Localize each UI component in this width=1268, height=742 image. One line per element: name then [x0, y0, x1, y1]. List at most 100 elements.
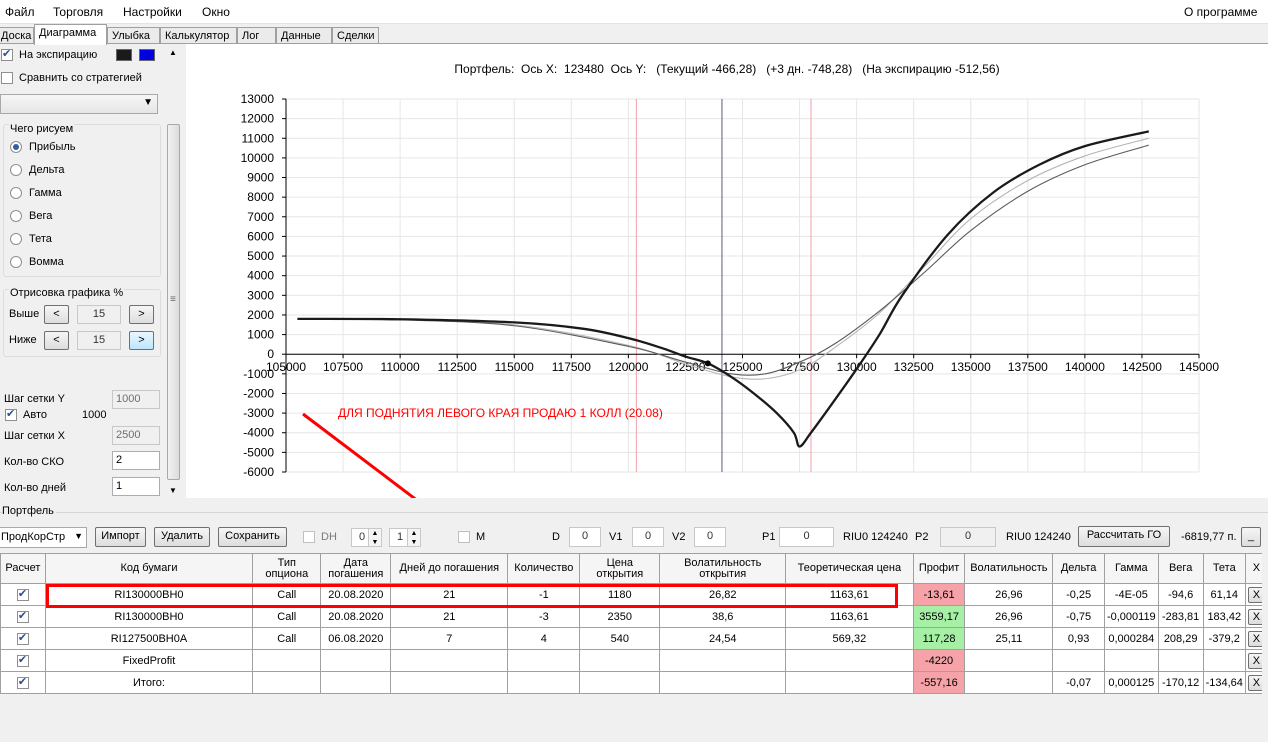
- p2-input[interactable]: 0: [940, 527, 996, 547]
- table-cell: 7: [390, 627, 509, 650]
- table-cell: -379,2: [1202, 627, 1246, 650]
- column-header[interactable]: Волатильность открытия: [659, 553, 787, 584]
- x-tick-label: 105000: [266, 360, 306, 374]
- days-input[interactable]: 1: [112, 477, 160, 496]
- y-tick-label: 3000: [247, 288, 274, 302]
- spin2-arrows-icon[interactable]: ▲ ▼: [407, 528, 421, 547]
- column-header[interactable]: Цена открытия: [579, 553, 661, 584]
- calc-checkbox[interactable]: [16, 631, 29, 645]
- above-increase-button[interactable]: >: [129, 305, 154, 324]
- menu-file[interactable]: Файл: [5, 5, 35, 19]
- calc-cell: [0, 583, 46, 606]
- tab-deals[interactable]: Сделки: [332, 27, 379, 44]
- below-increase-button[interactable]: >: [129, 331, 154, 350]
- tab-board[interactable]: Доска: [0, 27, 34, 44]
- left-panel: На экспирацию Сравнить со стратегией ▼ Ч…: [0, 44, 182, 498]
- compare-checkbox[interactable]: [1, 72, 13, 84]
- spin1-arrows-icon[interactable]: ▲ ▼: [368, 528, 382, 547]
- column-header[interactable]: Гамма: [1103, 553, 1159, 584]
- v1-input[interactable]: 0: [632, 527, 664, 547]
- calc-go-button[interactable]: Рассчитать ГО: [1078, 526, 1170, 547]
- import-button[interactable]: Импорт: [95, 527, 146, 547]
- tab-log[interactable]: Лог: [237, 27, 276, 44]
- menu-trading[interactable]: Торговля: [53, 5, 103, 19]
- table-cell: 26,96: [964, 605, 1054, 628]
- table-cell: -1: [507, 583, 581, 606]
- column-header[interactable]: Профит: [912, 553, 966, 584]
- menu-settings[interactable]: Настройки: [123, 5, 182, 19]
- strategy-combo[interactable]: ПродКорСтр ▼: [0, 527, 87, 548]
- x-tick-label: 110000: [381, 360, 420, 374]
- draw-option-radio[interactable]: [10, 141, 22, 153]
- left-panel-scrollbar[interactable]: ▲ ▼: [165, 46, 182, 496]
- table-cell: [579, 649, 661, 672]
- tab-diagram[interactable]: Диаграмма: [34, 24, 107, 45]
- scroll-down-icon[interactable]: ▼: [169, 486, 177, 495]
- calc-checkbox[interactable]: [16, 587, 29, 601]
- draw-option-label: Дельта: [29, 164, 65, 176]
- draw-option-radio[interactable]: [10, 256, 22, 268]
- grid-y-input[interactable]: 1000: [112, 390, 160, 409]
- above-decrease-button[interactable]: <: [44, 305, 69, 324]
- save-button[interactable]: Сохранить: [218, 527, 287, 547]
- table-cell: 1163,61: [785, 605, 914, 628]
- y-tick-label: 13000: [241, 92, 275, 106]
- column-header[interactable]: Количество: [507, 553, 581, 584]
- series-line: [297, 144, 1149, 376]
- draw-option-radio[interactable]: [10, 233, 22, 245]
- column-header[interactable]: Дата погашения: [320, 553, 392, 584]
- table-right-edge: [1262, 553, 1268, 698]
- draw-group: Чего рисуем: [3, 123, 161, 277]
- color-swatch-blue[interactable]: [139, 49, 155, 61]
- table-cell: 0,000284: [1103, 627, 1159, 650]
- table-row: RI127500BH0ACall06.08.20207454024,54569,…: [0, 627, 1268, 650]
- column-header[interactable]: Дельта: [1052, 553, 1105, 584]
- column-header[interactable]: Дней до погашения: [390, 553, 509, 584]
- table-cell: -0,25: [1052, 583, 1105, 606]
- column-header[interactable]: Теоретическая цена: [785, 553, 914, 584]
- p2-label: P2: [915, 531, 929, 543]
- table-cell: RI127500BH0A: [44, 627, 254, 650]
- auto-checkbox[interactable]: [5, 407, 17, 421]
- calc-checkbox[interactable]: [16, 675, 29, 689]
- y-tick-label: 5000: [247, 249, 274, 263]
- table-cell: FixedProfit: [44, 649, 254, 672]
- calc-checkbox[interactable]: [16, 609, 29, 623]
- strategy-select[interactable]: ▼: [0, 94, 158, 114]
- color-swatch-black[interactable]: [116, 49, 132, 61]
- y-tick-label: -2000: [243, 386, 274, 400]
- tab-data[interactable]: Данные: [276, 27, 332, 44]
- scroll-up-icon[interactable]: ▲: [169, 48, 177, 57]
- column-header[interactable]: Волатильность: [964, 553, 1054, 584]
- calc-checkbox[interactable]: [16, 653, 29, 667]
- table-cell: -283,81: [1157, 605, 1204, 628]
- below-decrease-button[interactable]: <: [44, 331, 69, 350]
- menu-about[interactable]: О программе: [1184, 5, 1257, 19]
- column-header[interactable]: Тета: [1202, 553, 1246, 584]
- d-input[interactable]: 0: [569, 527, 601, 547]
- grid-x-input[interactable]: 2500: [112, 426, 160, 445]
- dh-checkbox[interactable]: [303, 531, 315, 543]
- column-header[interactable]: Вега: [1157, 553, 1204, 584]
- y-tick-label: 10000: [241, 151, 275, 165]
- delete-button[interactable]: Удалить: [154, 527, 210, 547]
- minimize-button[interactable]: _: [1241, 527, 1261, 547]
- draw-option-radio[interactable]: [10, 164, 22, 176]
- compare-label: Сравнить со стратегией: [19, 72, 142, 84]
- column-header[interactable]: Код бумаги: [44, 553, 254, 584]
- expiry-checkbox[interactable]: [1, 47, 13, 61]
- draw-option-radio[interactable]: [10, 210, 22, 222]
- table-cell: -4E-05: [1103, 583, 1159, 606]
- sko-input[interactable]: 2: [112, 451, 160, 470]
- v2-input[interactable]: 0: [694, 527, 726, 547]
- calc-cell: [0, 627, 46, 650]
- tab-calculator[interactable]: Калькулятор: [160, 27, 237, 44]
- tab-smile[interactable]: Улыбка: [107, 27, 160, 44]
- p1-input[interactable]: 0: [779, 527, 834, 547]
- m-checkbox[interactable]: [458, 531, 470, 543]
- menu-window[interactable]: Окно: [202, 5, 230, 19]
- column-header[interactable]: Тип опциона: [252, 553, 322, 584]
- splitter-grip-icon[interactable]: ≡: [170, 294, 176, 305]
- draw-option-radio[interactable]: [10, 187, 22, 199]
- column-header[interactable]: Расчет: [0, 553, 46, 584]
